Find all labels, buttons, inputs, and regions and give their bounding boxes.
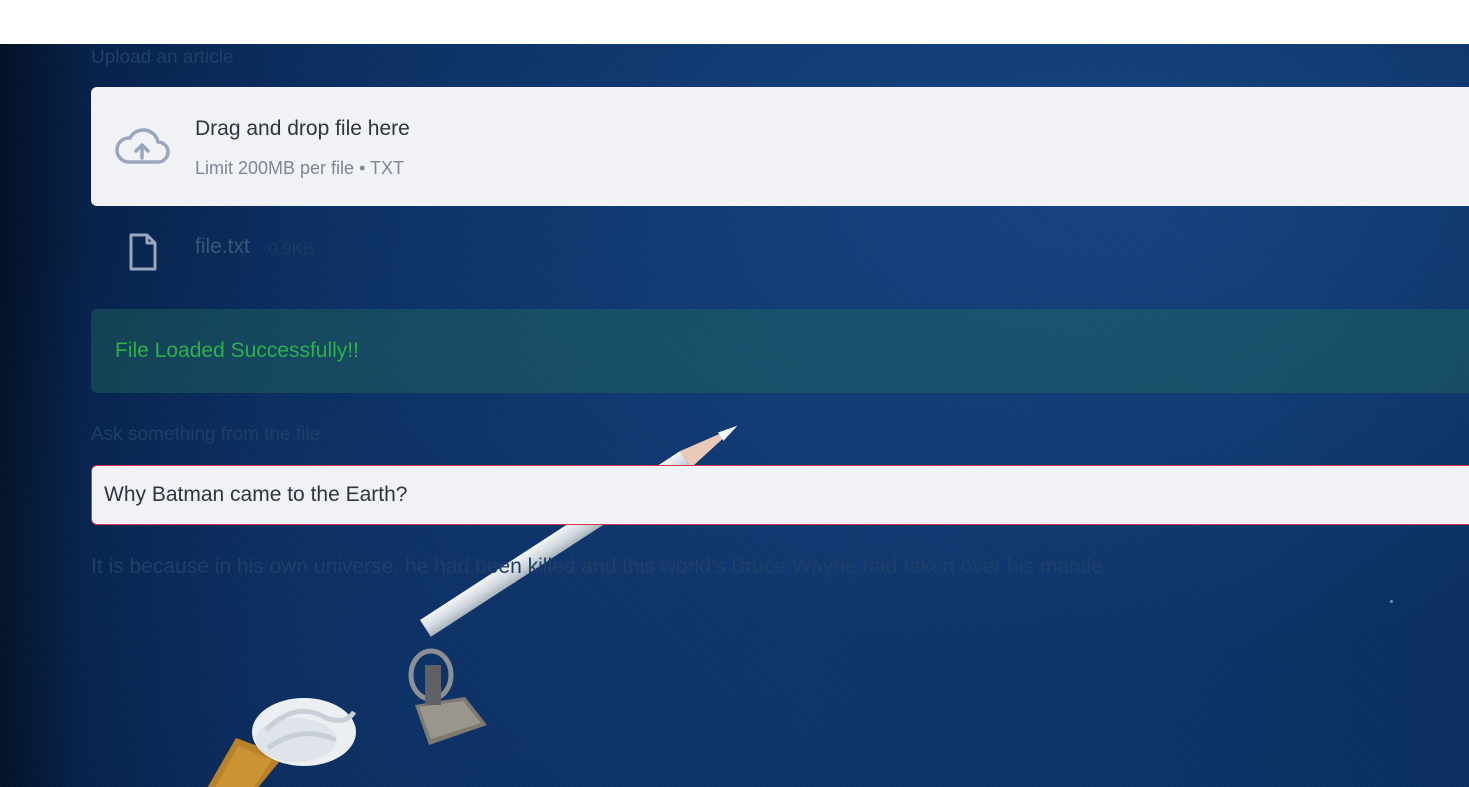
uploaded-file-row: file.txt 0.9KB [91, 229, 691, 273]
upload-label: Upload an article [91, 47, 234, 68]
main-content: Upload an article Drag and drop file her… [91, 44, 1469, 787]
dropzone-title: Drag and drop file here [195, 117, 410, 140]
app-window: Upload an article Drag and drop file her… [0, 0, 1469, 787]
file-dropzone[interactable]: Drag and drop file here Limit 200MB per … [91, 87, 1469, 206]
top-bar [0, 0, 1469, 44]
cloud-upload-icon [115, 128, 170, 164]
success-message: File Loaded Successfully!! [115, 339, 359, 362]
file-size: 0.9KB [268, 239, 315, 258]
success-alert: File Loaded Successfully!! [91, 309, 1469, 393]
dropzone-limit-text: Limit 200MB per file • TXT [195, 158, 405, 178]
question-input[interactable] [91, 465, 1469, 525]
answer-text: It is because in his own universe, he ha… [91, 555, 1109, 578]
question-label: Ask something from the file [91, 424, 321, 445]
file-name: file.txt [195, 235, 250, 258]
file-icon [129, 233, 157, 271]
